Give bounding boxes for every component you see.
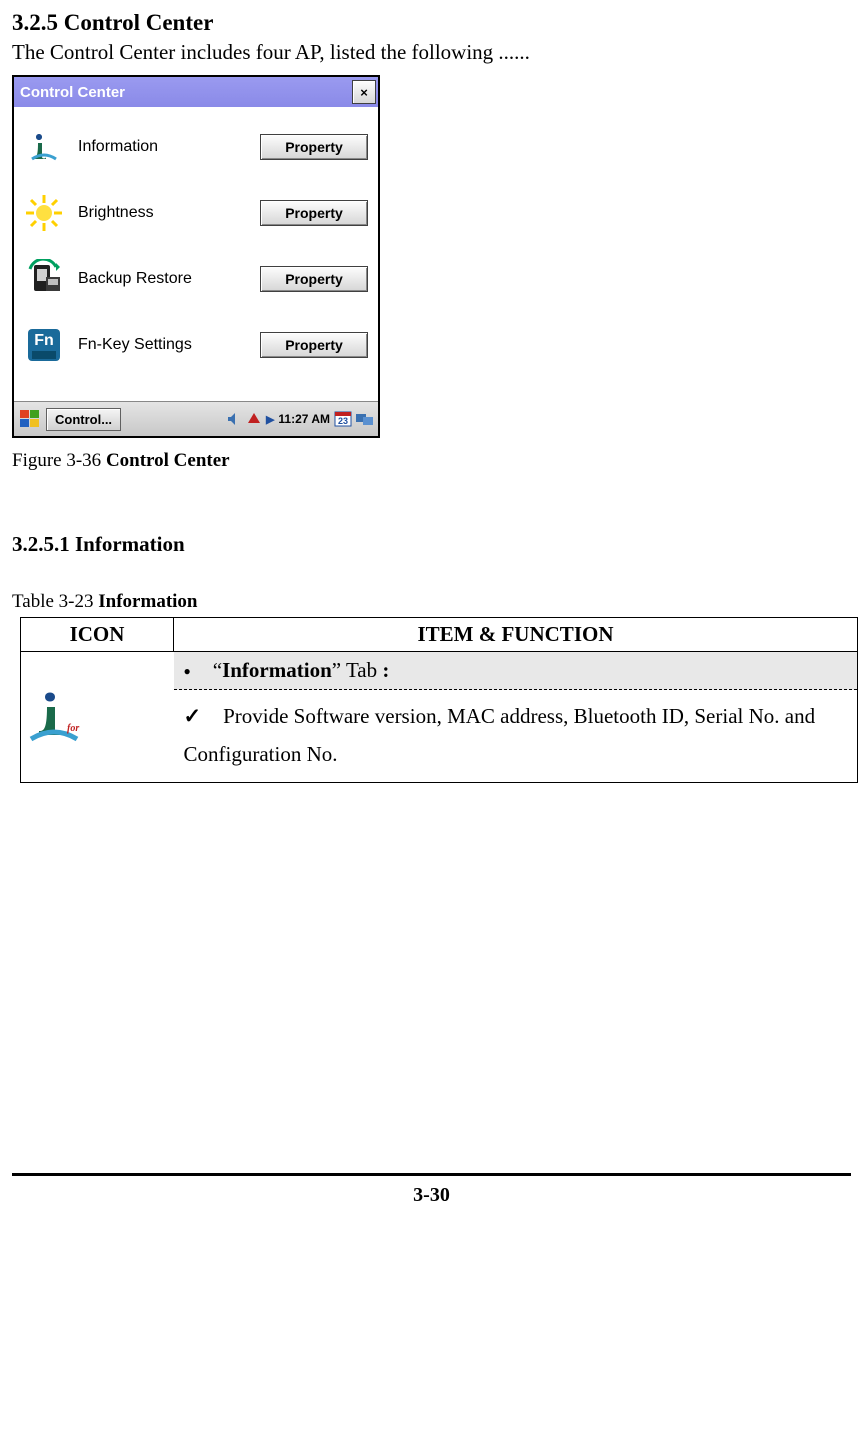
footer-rule — [12, 1173, 851, 1176]
property-button[interactable]: Property — [260, 200, 368, 226]
system-tray: ▶ 11:27 AM 23 — [226, 410, 374, 428]
backup-restore-icon — [24, 259, 64, 299]
table-icon-cell: for — [21, 652, 174, 783]
list-item: Brightness Property — [24, 193, 368, 233]
subsection-heading: 3.2.5.1 Information — [12, 532, 851, 557]
table-header-item: ITEM & FUNCTION — [174, 618, 858, 652]
table-header-icon: ICON — [21, 618, 174, 652]
figure-caption: Figure 3-36 Control Center — [12, 450, 851, 472]
section-heading: 3.2.5 Control Center — [12, 10, 851, 36]
control-center-window: Control Center × Information Property — [12, 75, 380, 438]
list-item: Information Property — [24, 127, 368, 167]
tab-quote-close: ” Tab — [332, 658, 377, 682]
tab-quote-open: “ — [213, 658, 222, 682]
tray-calendar-icon[interactable]: 23 — [334, 410, 352, 428]
close-button[interactable]: × — [352, 80, 376, 104]
list-item-label: Backup Restore — [78, 270, 246, 288]
svg-text:Fn: Fn — [34, 332, 54, 349]
tray-volume-icon[interactable] — [226, 411, 242, 427]
list-item-label: Fn-Key Settings — [78, 336, 246, 354]
table-caption-title: Information — [98, 591, 197, 612]
page-number: 3-30 — [12, 1184, 851, 1207]
taskbar-task-button[interactable]: Control... — [46, 408, 121, 431]
close-icon: × — [360, 85, 368, 100]
intro-text: The Control Center includes four AP, lis… — [12, 40, 851, 65]
list-item: Backup Restore Property — [24, 259, 368, 299]
brightness-icon — [24, 193, 64, 233]
table-caption-prefix: Table 3-23 — [12, 591, 98, 612]
list-item-label: Information — [78, 138, 246, 156]
tab-name: Information — [222, 658, 332, 682]
info-icon: for — [27, 687, 81, 747]
property-button[interactable]: Property — [260, 266, 368, 292]
taskbar-clock: 11:27 AM — [278, 412, 330, 426]
control-center-body: Information Property — [14, 107, 378, 401]
window-title: Control Center — [20, 84, 352, 101]
page-whitespace — [12, 783, 851, 1163]
svg-text:23: 23 — [338, 416, 348, 426]
info-icon — [24, 127, 64, 167]
list-item-label: Brightness — [78, 204, 246, 222]
fn-key-icon: Fn — [24, 325, 64, 365]
table-desc-row: Provide Software version, MAC address, B… — [174, 690, 858, 783]
property-button[interactable]: Property — [260, 134, 368, 160]
bullet-icon — [184, 658, 213, 682]
tab-colon: : — [377, 658, 389, 682]
tray-screens-icon[interactable] — [356, 411, 374, 427]
figure-caption-prefix: Figure 3-36 — [12, 450, 106, 471]
svg-text:for: for — [67, 723, 79, 734]
tray-network-icon[interactable] — [246, 411, 262, 427]
information-table: ICON ITEM & FUNCTION for “Information” T… — [20, 617, 858, 783]
figure-caption-title: Control Center — [106, 450, 230, 471]
start-button[interactable] — [18, 407, 42, 431]
table-desc-text: Provide Software version, MAC address, B… — [184, 704, 816, 766]
tray-arrow-icon[interactable]: ▶ — [266, 413, 274, 426]
table-tab-row: “Information” Tab : — [174, 652, 858, 690]
checkmark-icon — [184, 704, 224, 728]
window-titlebar: Control Center × — [14, 77, 378, 107]
property-button[interactable]: Property — [260, 332, 368, 358]
list-item: Fn Fn-Key Settings Property — [24, 325, 368, 365]
taskbar: Control... ▶ 11:27 AM 23 — [14, 401, 378, 436]
table-caption: Table 3-23 Information — [12, 591, 851, 613]
